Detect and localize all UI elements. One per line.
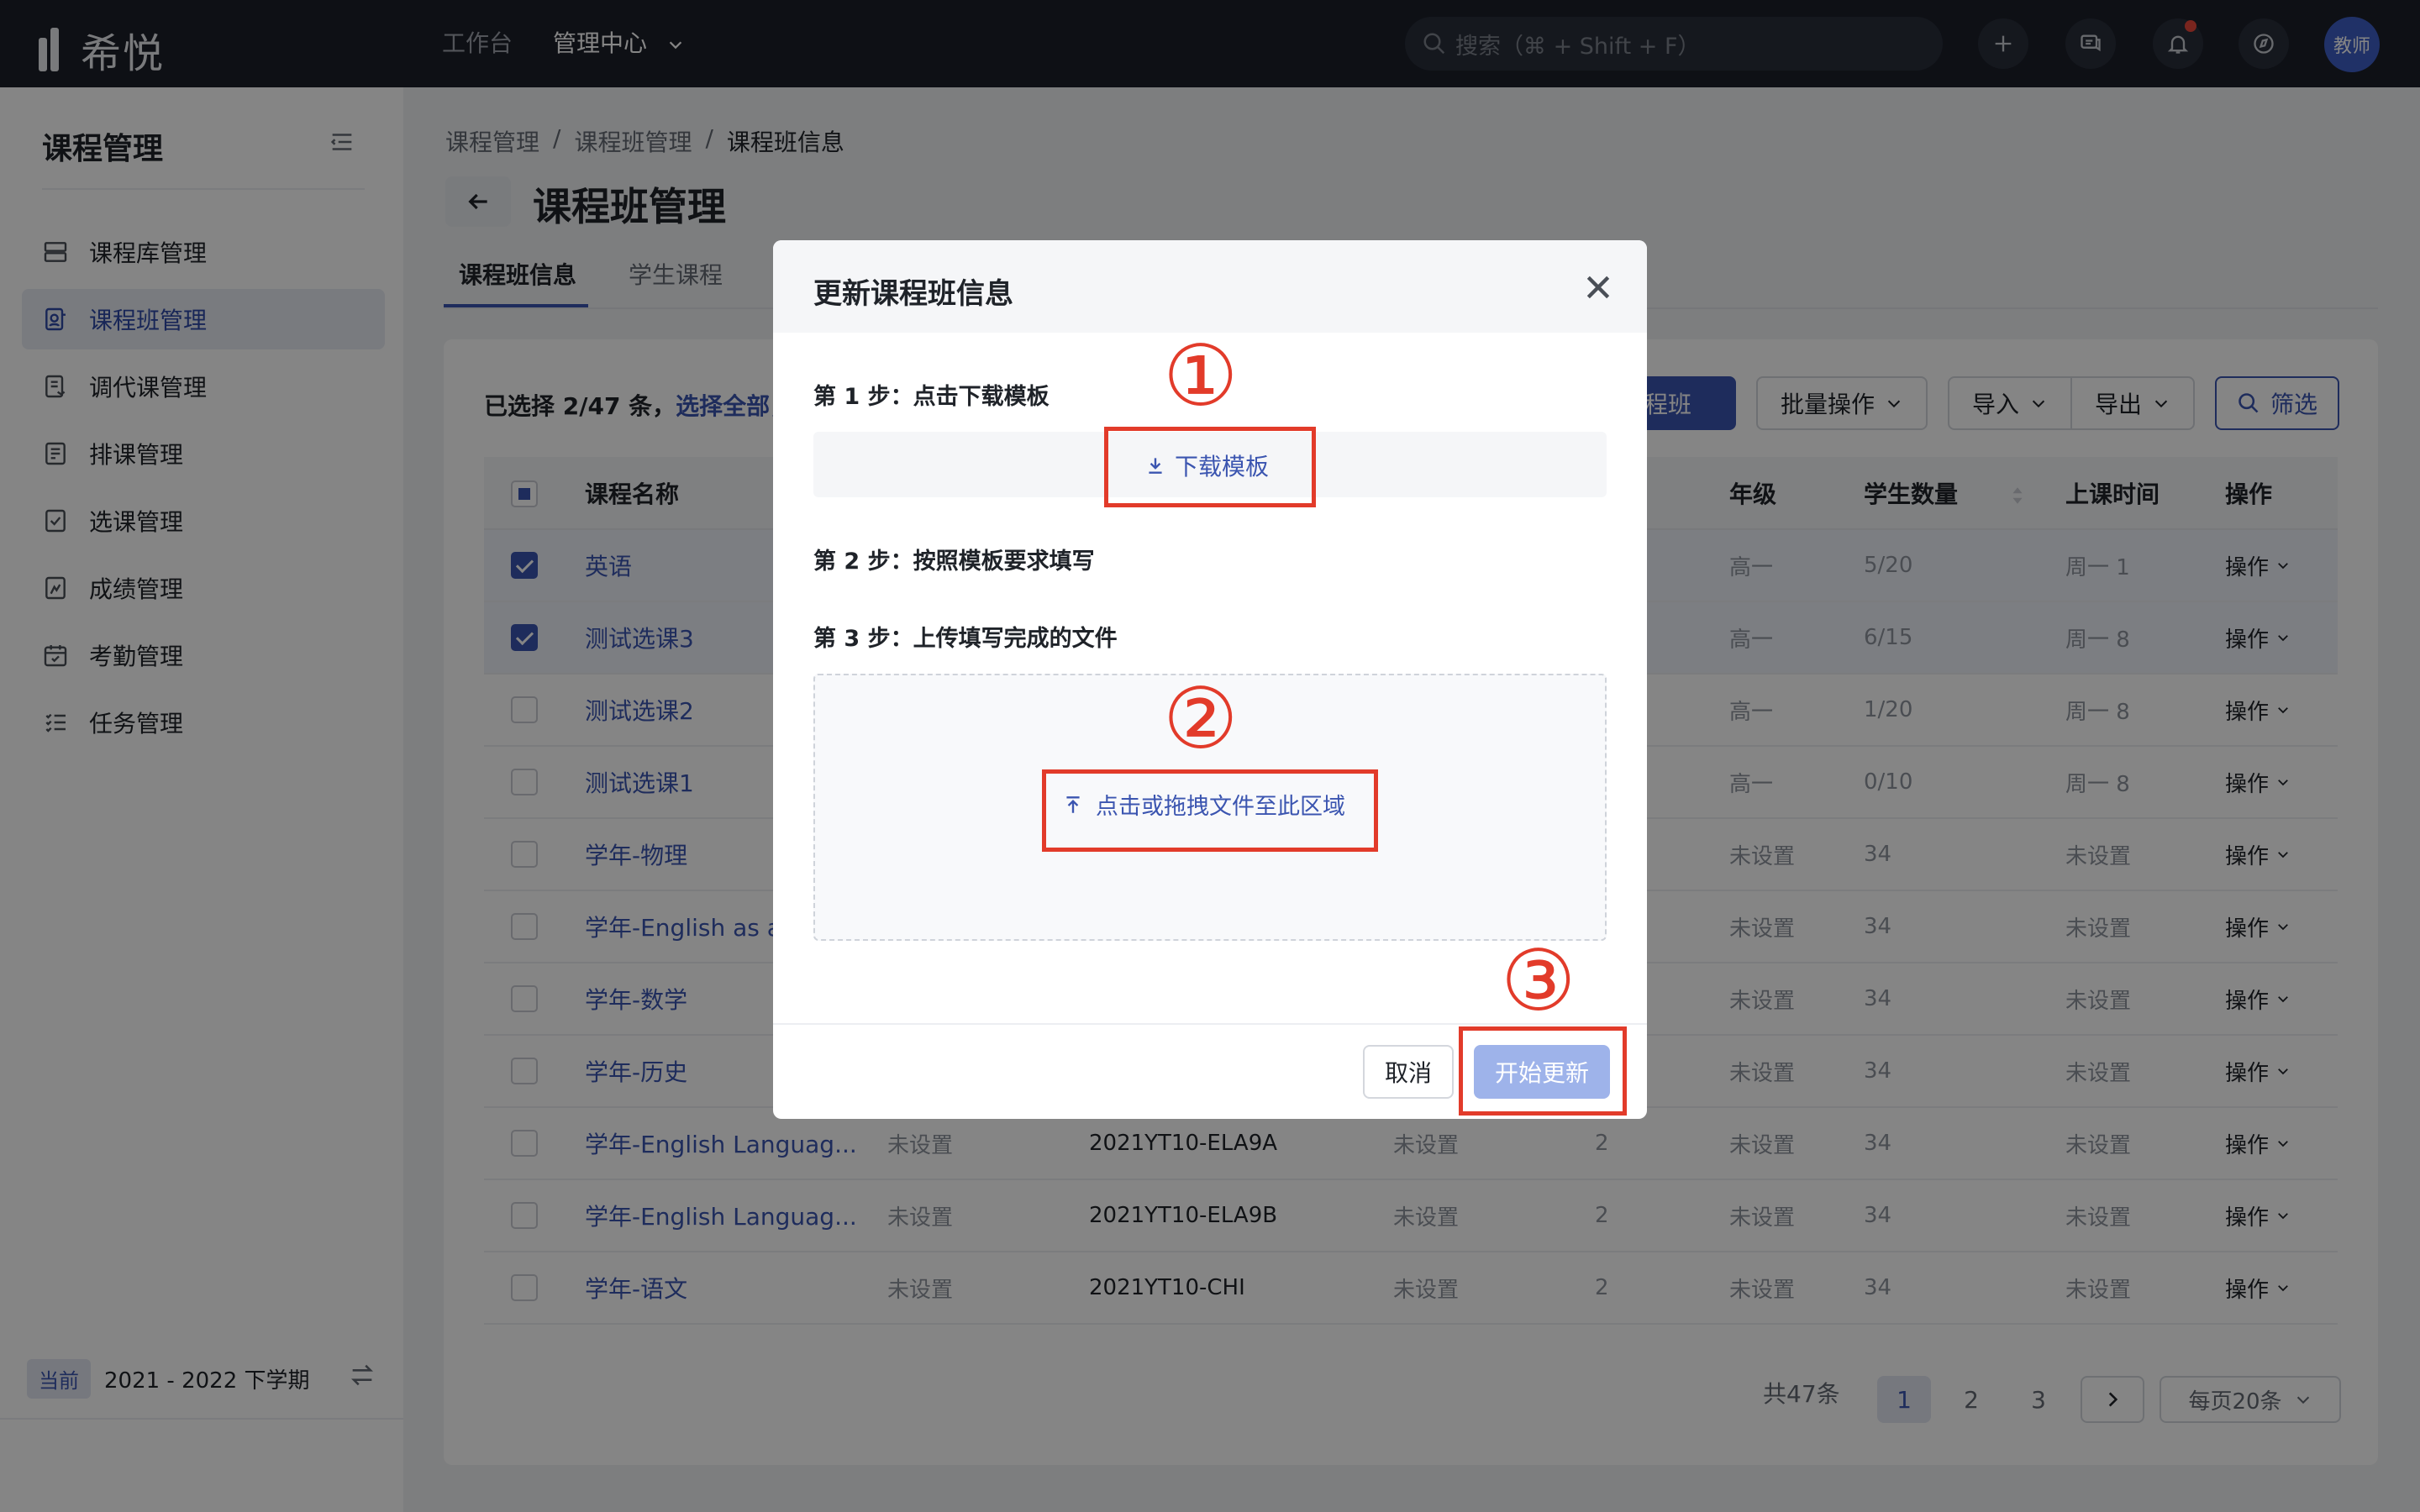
- annotation-box-download: [1104, 427, 1316, 507]
- annotation-box-upload: [1042, 769, 1378, 852]
- close-icon[interactable]: [1581, 270, 1615, 304]
- modal-title: 更新课程班信息: [813, 277, 1013, 311]
- annotation-box-start: [1459, 1026, 1627, 1116]
- annotation-number-1: ①: [1163, 327, 1239, 425]
- annotation-number-2: ②: [1163, 669, 1239, 768]
- step-3-label: 第 3 步：上传填写完成的文件: [813, 626, 1118, 652]
- step-1-label: 第 1 步：点击下载模板: [813, 384, 1050, 410]
- cancel-button[interactable]: 取消: [1363, 1045, 1454, 1099]
- step-2-label: 第 2 步：按照模板要求填写: [813, 549, 1095, 575]
- annotation-number-3: ③: [1501, 932, 1576, 1030]
